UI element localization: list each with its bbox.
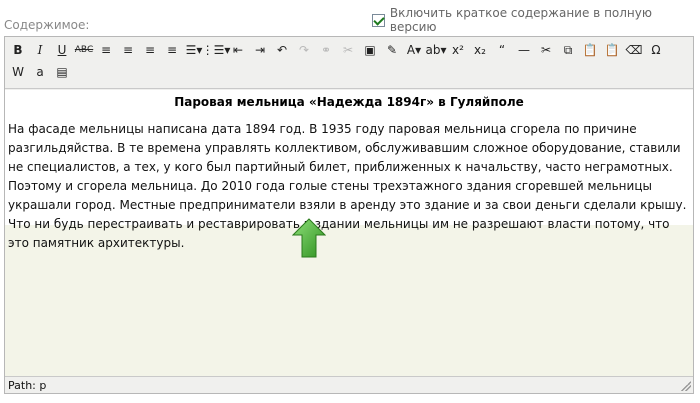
form-header: Включить краткое содержание в полную вер… [0,0,700,36]
editor-toolbar: B I U ABC ≡ ≡ ≡ ≡ ☰▾ ⋮☰▾ ⇤ ⇥ ↶ ↷ ⚭ ✂ ▣ ✎ A▾ ab▾ x² x₂ “— ✂ ⧉ 📋 📋 ⌫ Ω… [5,37,693,89]
subscript-button[interactable]: x₂ [470,40,490,60]
paste-text-button[interactable]: 📋 [602,40,622,60]
copy-button[interactable]: ⧉ [558,40,578,60]
document-body[interactable]: Паровая мельница «Надежда 1894г» в Гуляй… [5,90,693,250]
resize-grip-icon[interactable] [681,381,691,391]
blockquote-button[interactable]: “ [492,40,512,60]
unlink-button[interactable]: ✂ [338,40,358,60]
rich-text-editor: B I U ABC ≡ ≡ ≡ ≡ ☰▾ ⋮☰▾ ⇤ ⇥ ↶ ↷ ⚭ ✂ ▣ ✎ A▾ ab▾ x² x₂ “— ✂ ⧉ 📋 📋 ⌫ Ω… [4,36,694,394]
toolbar-row-2: Wa ▤ [8,61,74,83]
special-char-button[interactable]: Ω [646,40,666,60]
editor-status-bar: Path: p [5,376,693,393]
paste-word-button[interactable]: W [8,62,28,82]
link-button[interactable]: ⚭ [316,40,336,60]
align-center-button[interactable]: ≡ [118,40,138,60]
content-field-label: Содержимое: [4,18,90,32]
green-up-arrow-icon [292,218,326,258]
horizontal-rule-button[interactable]: — [514,40,534,60]
image-button[interactable]: ▣ [360,40,380,60]
eraser-button[interactable]: ⌫ [624,40,644,60]
align-justify-button[interactable]: ≡ [162,40,182,60]
paste-plain-button[interactable]: a [30,62,50,82]
underline-button[interactable]: U [52,40,72,60]
outdent-button[interactable]: ⇤ [228,40,248,60]
strikethrough-button[interactable]: ABC [74,40,94,60]
cut-button[interactable]: ✂ [536,40,556,60]
paste-button[interactable]: 📋 [580,40,600,60]
text-color-button[interactable]: A▾ [404,40,424,60]
redo-button[interactable]: ↷ [294,40,314,60]
undo-button[interactable]: ↶ [272,40,292,60]
summary-checkbox-row[interactable]: Включить краткое содержание в полную вер… [372,6,700,34]
superscript-button[interactable]: x² [448,40,468,60]
italic-button[interactable]: I [30,40,50,60]
highlight-color-button[interactable]: ab▾ [426,40,447,60]
indent-button[interactable]: ⇥ [250,40,270,60]
summary-checkbox[interactable] [372,13,385,27]
numbered-list-button[interactable]: ⋮☰▾ [202,40,231,60]
bold-button[interactable]: B [8,40,28,60]
document-paragraph: На фасаде мельницы написана дата 1894 го… [8,122,687,250]
toolbar-row-1: B I U ABC ≡ ≡ ≡ ≡ ☰▾ ⋮☰▾ ⇤ ⇥ ↶ ↷ ⚭ ✂ ▣ ✎ A▾ ab▾ x² x₂ “— ✂ ⧉ 📋 📋 ⌫ Ω [8,39,668,61]
media-button[interactable]: ▤ [52,62,72,82]
element-path: Path: p [8,379,47,392]
cleanup-button[interactable]: ✎ [382,40,402,60]
align-right-button[interactable]: ≡ [140,40,160,60]
align-left-button[interactable]: ≡ [96,40,116,60]
editor-content-area[interactable]: Паровая мельница «Надежда 1894г» в Гуляй… [5,90,693,376]
summary-checkbox-label: Включить краткое содержание в полную вер… [389,6,652,34]
document-title: Паровая мельница «Надежда 1894г» в Гуляй… [174,95,524,109]
